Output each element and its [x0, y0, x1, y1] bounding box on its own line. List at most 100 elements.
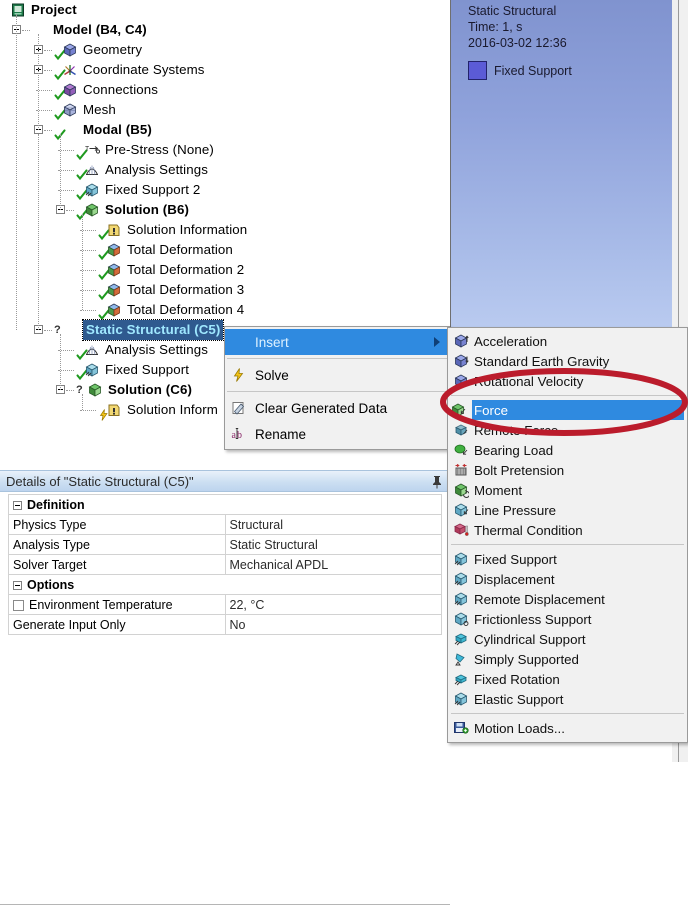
svg-text:T: T — [85, 146, 89, 154]
tree-item-total-deformation-4[interactable]: Total Deformation 4 — [98, 300, 244, 320]
tree-item-label: Solution Inform — [127, 402, 218, 417]
legend-entry-label: Fixed Support — [494, 63, 572, 78]
group-collapse-toggle[interactable] — [13, 580, 22, 590]
context-menu-item-insert[interactable]: Insert — [225, 329, 449, 355]
tree-item-mesh[interactable]: Mesh — [54, 100, 116, 120]
graphics-viewport[interactable]: Static Structural Time: 1, s 2016-03-02 … — [450, 0, 688, 330]
tree-item-label: Fixed Support — [105, 362, 190, 377]
context-menu-item-rename[interactable]: a b Rename — [225, 421, 449, 447]
submenu-item-thermal-condition[interactable]: Thermal Condition — [448, 520, 687, 540]
submenu-item-remote-force[interactable]: Remote Force — [448, 420, 687, 440]
tree-item-project[interactable]: Project — [10, 0, 77, 20]
tree-item-solution-information[interactable]: Solution Information — [98, 220, 247, 240]
insert-submenu[interactable]: Acceleration Standard Earth Gravity Rotati… — [447, 327, 688, 743]
tree-item-solution-inform[interactable]: Solution Inform — [98, 400, 218, 421]
submenu-item-elastic-support[interactable]: Elastic Support — [448, 689, 687, 709]
details-row[interactable]: Physics Type Structural — [8, 514, 442, 535]
tree-item-total-deformation[interactable]: Total Deformation — [98, 240, 233, 260]
context-menu-item-solve[interactable]: Solve — [225, 362, 449, 388]
force-icon — [450, 402, 466, 418]
tree-item-connections[interactable]: Connections — [54, 80, 158, 100]
tree-item-label: Geometry — [83, 42, 143, 57]
geometry-icon — [62, 42, 78, 58]
tree-item-label: Project — [31, 2, 77, 17]
tree-item-total-deformation-3[interactable]: Total Deformation 3 — [98, 280, 244, 300]
tree-item-label: Solution (C6) — [108, 382, 193, 397]
context-menu-item-label: Solve — [255, 367, 289, 383]
details-group-row[interactable]: Definition — [8, 494, 442, 515]
details-row[interactable]: Solver Target Mechanical APDL — [8, 554, 442, 575]
submenu-item-frictionless-support[interactable]: Frictionless Support — [448, 609, 687, 629]
tree-item-static-structural-c5[interactable]: ? Static Structural (C5) — [54, 319, 225, 341]
rename-icon: ab — [231, 426, 247, 442]
tree-item-coordinate-systems[interactable]: Coordinate Systems — [54, 60, 205, 80]
tree-item-label: Solution Information — [127, 222, 248, 237]
submenu-item-label: Displacement — [474, 571, 555, 587]
tree-item-modal-b5[interactable]: Modal (B5) — [54, 120, 152, 140]
submenu-item-remote-displacement[interactable]: Remote Displacement — [448, 589, 687, 609]
solution-icon — [87, 382, 103, 398]
details-row-value: Structural — [229, 517, 284, 532]
tree-item-label: Analysis Settings — [105, 342, 208, 357]
pin-icon[interactable] — [431, 475, 443, 489]
submenu-item-fixed-support[interactable]: Fixed Support — [448, 549, 687, 569]
submenu-item-simply-supported[interactable]: Simply Supported — [448, 649, 687, 669]
details-title: Details of "Static Structural (C5)" — [6, 473, 194, 489]
tree-item-label: Static Structural (C5) — [81, 319, 225, 341]
details-row-key: Environment Temperature — [29, 597, 173, 612]
submenu-item-moment[interactable]: Moment — [448, 480, 687, 500]
submenu-item-label: Remote Force — [474, 422, 559, 438]
group-collapse-toggle[interactable] — [13, 500, 22, 510]
thermal-condition-icon — [453, 522, 469, 538]
submenu-item-displacement[interactable]: Displacement — [448, 569, 687, 589]
mesh-icon — [62, 102, 78, 118]
details-table[interactable]: Definition Physics Type Structural Analysis… — [8, 494, 442, 635]
row-checkbox[interactable] — [13, 599, 24, 611]
submenu-item-acceleration[interactable]: Acceleration — [448, 331, 687, 351]
total-deformation-icon — [106, 282, 122, 298]
modal-branch-icon — [62, 122, 78, 138]
model-icon — [32, 22, 48, 38]
tree-item-label: Coordinate Systems — [83, 62, 205, 77]
submenu-item-motion-loads[interactable]: Motion Loads... — [448, 718, 687, 738]
tree-item-solution-b6[interactable]: Solution (B6) — [76, 200, 189, 220]
submenu-item-bearing-load[interactable]: Bearing Load — [448, 440, 687, 460]
submenu-item-fixed-rotation[interactable]: Fixed Rotation — [448, 669, 687, 689]
tree-item-fixed-support[interactable]: Fixed Support — [76, 360, 189, 380]
standard-earth-gravity-icon — [453, 353, 469, 369]
context-menu-item-label: Insert — [255, 334, 289, 350]
submenu-item-rotational-velocity[interactable]: Rotational Velocity — [448, 371, 687, 391]
tree-item-geometry[interactable]: Geometry — [54, 40, 142, 60]
submenu-item-standard-earth-gravity[interactable]: Standard Earth Gravity — [448, 351, 687, 371]
details-row[interactable]: Environment Temperature 22, °C — [8, 594, 442, 615]
details-header: Details of "Static Structural (C5)" — [0, 470, 450, 492]
submenu-item-bolt-pretension[interactable]: Bolt Pretension — [448, 460, 687, 480]
total-deformation-icon — [106, 262, 122, 278]
clear-generated-data-icon — [231, 400, 247, 416]
tree-item-pre-stress-none[interactable]: T Pre-Stress (None) — [76, 140, 214, 160]
submenu-item-force[interactable]: Force — [451, 400, 684, 420]
tree-item-fixed-support-2[interactable]: Fixed Support 2 — [76, 180, 200, 200]
context-menu[interactable]: Insert Solve Clear Generated Data a b Rename — [224, 326, 450, 450]
details-row[interactable]: Generate Input Only No — [8, 614, 442, 635]
submenu-item-label: Acceleration — [474, 333, 548, 349]
tree-item-analysis-settings[interactable]: Analysis Settings — [76, 340, 208, 360]
details-group-label: Definition — [27, 497, 85, 512]
solution-information-icon — [106, 402, 122, 418]
svg-text:a: a — [232, 430, 237, 441]
tree-item-model-b4-c4[interactable]: Model (B4, C4) — [32, 20, 147, 40]
submenu-item-label: Bolt Pretension — [474, 462, 565, 478]
context-menu-item-clear-generated-data[interactable]: Clear Generated Data — [225, 395, 449, 421]
fixed-rotation-icon — [453, 671, 469, 687]
viewport-legend-title: Static Structural — [468, 4, 557, 18]
tree-item-total-deformation-2[interactable]: Total Deformation 2 — [98, 260, 244, 280]
submenu-item-cylindrical-support[interactable]: Cylindrical Support — [448, 629, 687, 649]
remote-force-icon — [453, 422, 469, 438]
submenu-item-label: Cylindrical Support — [474, 631, 586, 647]
moment-icon — [453, 482, 470, 498]
details-row[interactable]: Analysis Type Static Structural — [8, 534, 442, 555]
tree-item-analysis-settings[interactable]: Analysis Settings — [76, 160, 208, 180]
submenu-item-line-pressure[interactable]: Line Pressure — [448, 500, 687, 520]
details-group-row[interactable]: Options — [8, 574, 442, 595]
tree-item-solution-c6[interactable]: ? Solution (C6) — [76, 380, 192, 400]
